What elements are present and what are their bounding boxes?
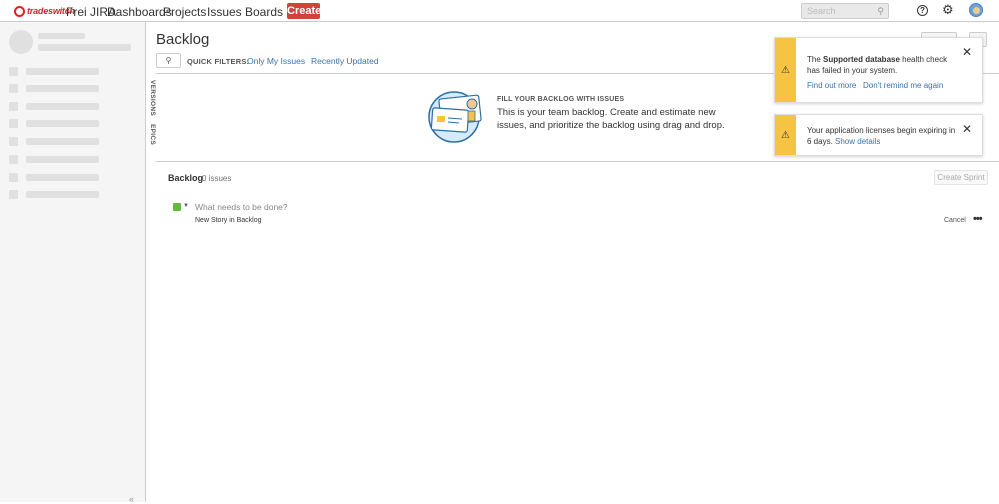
empty-state-heading: FILL YOUR BACKLOG WITH ISSUES — [497, 96, 625, 103]
skeleton-icon — [9, 102, 18, 111]
backlog-title: Backlog — [168, 173, 204, 183]
skeleton-line — [26, 85, 99, 92]
skeleton-line — [26, 103, 99, 110]
page-title: Backlog — [156, 31, 210, 48]
search-icon: ⚲ — [877, 6, 884, 16]
search-input[interactable]: Search ⚲ — [801, 3, 889, 19]
tab-versions[interactable]: VERSIONS — [146, 80, 156, 116]
skeleton-line — [26, 174, 99, 181]
skeleton-line — [26, 68, 99, 75]
chevron-down-icon[interactable]: ▼ — [183, 203, 189, 209]
skeleton-line — [26, 120, 99, 127]
flag-text: Your application licenses begin expiring… — [807, 126, 956, 146]
nav-projects[interactable]: Projects — [163, 5, 206, 19]
more-icon[interactable]: ••• — [973, 213, 983, 225]
logo-mark-icon — [14, 5, 25, 17]
skeleton-avatar — [9, 30, 33, 54]
nav-issues[interactable]: Issues — [207, 5, 242, 19]
dont-remind-link[interactable]: Don't remind me again — [863, 81, 943, 90]
license-expiry-flag: ⚠ ✕ Your application licenses begin expi… — [774, 114, 983, 156]
quick-filters-label: QUICK FILTERS: — [187, 57, 250, 66]
create-sprint-button[interactable]: Create Sprint — [934, 170, 988, 185]
skeleton-line — [26, 191, 99, 198]
skeleton-icon — [9, 84, 18, 93]
warning-icon: ⚠ — [781, 65, 790, 76]
nav-boards[interactable]: Boards — [245, 5, 283, 19]
inline-create-input[interactable] — [195, 202, 495, 212]
flag-text: The — [807, 55, 824, 64]
quick-filter-recently-updated[interactable]: Recently Updated — [311, 56, 379, 66]
help-icon[interactable]: ? — [917, 5, 928, 16]
avatar-face — [973, 7, 980, 14]
skeleton-line — [26, 156, 99, 163]
backlog-issue-count: 0 issues — [202, 174, 232, 183]
nav-dashboards[interactable]: Dashboards — [107, 5, 172, 19]
skeleton-icon — [9, 67, 18, 76]
skeleton-line — [38, 33, 85, 39]
skeleton-line — [38, 44, 131, 51]
find-out-more-link[interactable]: Find out more — [807, 81, 856, 90]
inline-create-hint: New Story in Backlog — [195, 217, 262, 224]
warning-icon: ⚠ — [781, 130, 790, 141]
story-type-icon[interactable] — [173, 203, 181, 211]
close-icon[interactable]: ✕ — [962, 46, 972, 58]
close-icon[interactable]: ✕ — [962, 123, 972, 135]
health-check-flag: ⚠ ✕ The Supported database health check … — [774, 37, 983, 103]
side-tabs: VERSIONS EPICS — [146, 74, 156, 164]
project-sidebar: « — [0, 22, 146, 504]
quick-filter-only-my-issues[interactable]: Only My Issues — [247, 56, 305, 66]
gear-icon[interactable]: ⚙ — [942, 3, 954, 17]
top-navigation-bar: tradeswitch Frei JIRA Dashboards Project… — [0, 0, 999, 22]
search-icon: ⚲ — [165, 56, 172, 65]
avatar[interactable] — [969, 3, 983, 17]
show-details-link[interactable]: Show details — [835, 137, 880, 146]
skeleton-line — [26, 138, 99, 145]
skeleton-icon — [9, 190, 18, 199]
search-placeholder: Search — [807, 6, 836, 16]
section-divider — [156, 161, 999, 162]
skeleton-icon — [9, 137, 18, 146]
flag-message: Your application licenses begin expiring… — [807, 125, 957, 147]
flag-actions: Find out more Don't remind me again — [807, 80, 982, 91]
flag-text-bold: Supported database — [823, 55, 900, 64]
cancel-link[interactable]: Cancel — [944, 217, 966, 224]
issue-search-button[interactable]: ⚲ — [156, 53, 181, 68]
skeleton-icon — [9, 155, 18, 164]
create-button[interactable]: Create — [287, 3, 321, 19]
skeleton-icon — [9, 173, 18, 182]
backlog-illustration — [428, 91, 484, 143]
empty-state-text: This is your team backlog. Create and es… — [497, 107, 725, 131]
flag-message: The Supported database health check has … — [807, 54, 957, 76]
skeleton-icon — [9, 119, 18, 128]
tab-epics[interactable]: EPICS — [146, 124, 156, 145]
collapse-sidebar-icon[interactable]: « — [129, 494, 134, 504]
